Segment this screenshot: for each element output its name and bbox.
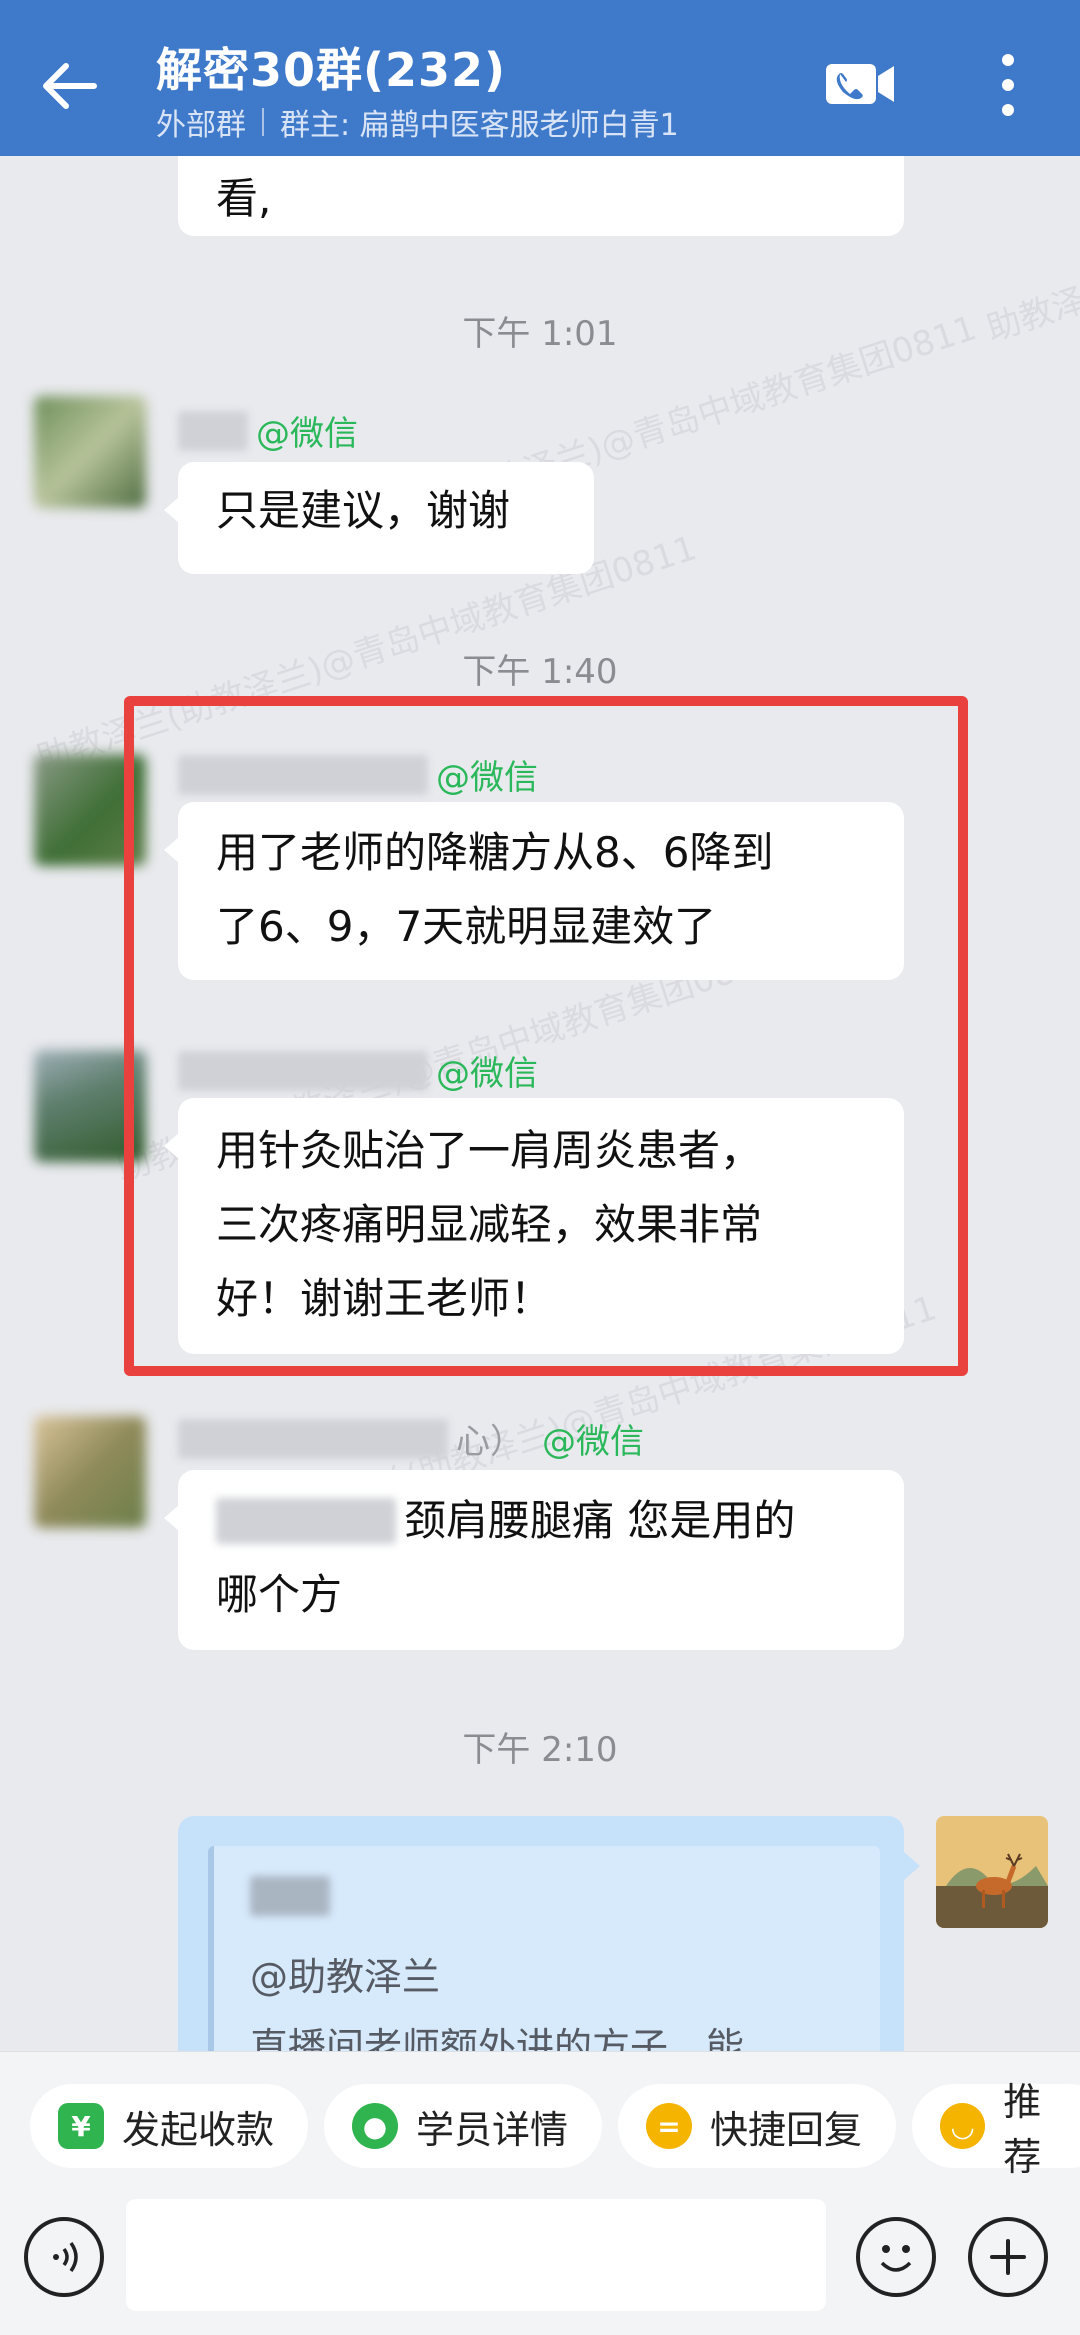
quoted-sender (250, 1876, 338, 1916)
student-icon: ● (352, 2103, 398, 2149)
quick-action-bar: ¥ 发起收款 ● 学员详情 = 快捷回复 ◡ 推荐 (0, 2051, 1080, 2182)
highlight-annotation-box (124, 696, 968, 1376)
group-title: 解密30群(232) (156, 43, 507, 97)
voice-input-icon[interactable] (24, 2217, 104, 2297)
message-bubble[interactable]: 颈肩腰腿痛 您是用的 哪个方 (164, 1470, 904, 1650)
my-avatar[interactable] (936, 1816, 1048, 1928)
back-arrow-icon[interactable] (34, 50, 106, 122)
message-bubble[interactable]: 只是建议，谢谢 (164, 462, 594, 574)
timestamp: 下午 2:10 (462, 1730, 618, 1770)
quoted-text: 直播间老师额外讲的方子，能… (250, 2025, 783, 2051)
message-list[interactable]: 助教泽兰(助教泽兰)@青岛中域教育集团0811 助教泽兰(助教泽兰)@青岛中域教… (0, 156, 1080, 2051)
sender-name-suffix: 心） (456, 1422, 524, 1462)
quoted-mention: @助教泽兰 (250, 1955, 441, 1999)
sender-row: @微信 (178, 406, 358, 455)
input-bar (0, 2181, 1080, 2335)
avatar[interactable] (34, 396, 146, 508)
message-text-line: 颈肩腰腿痛 您是用的 (216, 1484, 866, 1558)
sender-row: 心） @微信 (178, 1414, 644, 1463)
sender-source-tag: @微信 (256, 414, 358, 454)
blurred-sender-name (178, 1418, 448, 1459)
group-subtitle: 外部群 群主: 扁鹊中医客服老师白青1 (156, 100, 679, 144)
external-group-tag: 外部群 (156, 108, 246, 143)
payment-icon: ¥ (58, 2103, 104, 2149)
message-text-line: 哪个方 (216, 1570, 343, 1619)
message-text: 只是建议，谢谢 (216, 486, 511, 535)
divider (262, 108, 264, 136)
chip-label: 推荐 (1003, 2080, 1042, 2179)
message-text: 看, (216, 174, 272, 223)
student-details-button[interactable]: ● 学员详情 (324, 2084, 603, 2168)
my-message-bubble[interactable]: @助教泽兰 直播间老师额外讲的方子，能… (178, 1816, 920, 2051)
timestamp: 下午 1:01 (462, 314, 618, 354)
quoted-message[interactable]: @助教泽兰 直播间老师额外讲的方子，能… (208, 1846, 880, 2051)
plus-icon[interactable] (968, 2217, 1048, 2297)
quick-reply-icon: = (646, 2103, 692, 2149)
group-owner: 群主: 扁鹊中医客服老师白青1 (280, 108, 679, 143)
chip-label: 发起收款 (122, 2107, 275, 2152)
recommend-icon: ◡ (940, 2103, 986, 2149)
sender-source-tag: @微信 (542, 1422, 644, 1462)
voice-call-icon[interactable] (824, 60, 896, 108)
blurred-text (216, 1498, 396, 1544)
start-payment-button[interactable]: ¥ 发起收款 (30, 2084, 309, 2168)
deer-picture (936, 1816, 1048, 1928)
chip-label: 快捷回复 (710, 2107, 863, 2152)
recommend-button[interactable]: ◡ 推荐 (912, 2080, 1080, 2179)
message-bubble[interactable]: 看, (178, 156, 904, 236)
blurred-sender-name (178, 410, 248, 451)
chat-header: 解密30群(232) 外部群 群主: 扁鹊中医客服老师白青1 (0, 0, 1080, 156)
avatar[interactable] (34, 1416, 146, 1528)
chip-label: 学员详情 (416, 2107, 569, 2152)
blurred-sender-name (250, 1876, 330, 1916)
emoji-icon[interactable] (856, 2217, 936, 2297)
message-input[interactable] (126, 2199, 826, 2311)
quick-reply-button[interactable]: = 快捷回复 (618, 2084, 897, 2168)
more-options-icon[interactable] (996, 50, 1020, 120)
timestamp: 下午 1:40 (462, 652, 618, 692)
message-text: 颈肩腰腿痛 您是用的 (404, 1496, 796, 1545)
